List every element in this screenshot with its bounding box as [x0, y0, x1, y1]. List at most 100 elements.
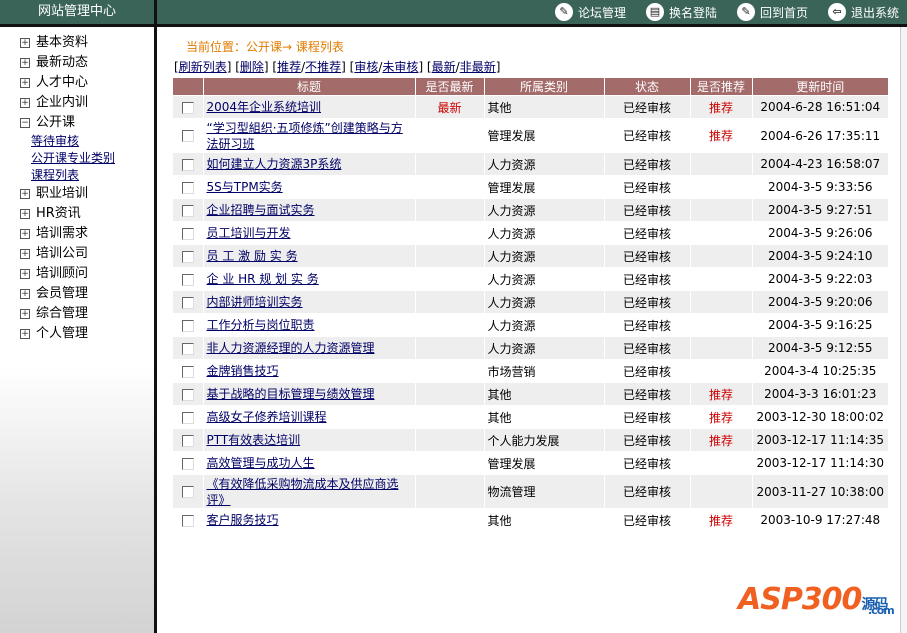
sidebar-item[interactable]: + 企业内训: [20, 93, 154, 113]
expand-icon[interactable]: +: [20, 229, 30, 239]
course-title-link[interactable]: 内部讲师培训实务: [207, 295, 303, 309]
select-cell: [173, 336, 204, 360]
expand-icon[interactable]: +: [20, 209, 30, 219]
course-title-link[interactable]: 工作分析与岗位职责: [207, 318, 315, 332]
sidebar-item[interactable]: + 培训顾问: [20, 264, 154, 284]
row-checkbox[interactable]: [181, 486, 194, 498]
recommended-cell: [690, 198, 753, 222]
sidebar-subitem[interactable]: 公开课专业类别: [20, 150, 154, 167]
course-title-link[interactable]: 金牌销售技巧: [207, 364, 279, 378]
row-checkbox[interactable]: [181, 273, 194, 286]
row-checkbox[interactable]: [181, 342, 194, 355]
sidebar-item[interactable]: + 最新动态: [20, 53, 154, 73]
row-checkbox[interactable]: [181, 434, 194, 447]
expand-icon[interactable]: +: [20, 189, 30, 199]
expand-icon[interactable]: +: [20, 58, 30, 68]
category-cell: 管理发展: [484, 118, 605, 153]
nav-0[interactable]: ✎ 论坛管理: [554, 3, 626, 21]
nav-3[interactable]: ⇦ 退出系统: [827, 3, 899, 21]
sidebar-item[interactable]: + 培训需求: [20, 224, 154, 244]
table-row: 基于战略的目标管理与绩效管理 其他 已经审核 推荐 2004-3-3 16:01…: [173, 382, 889, 406]
row-checkbox[interactable]: [181, 250, 194, 263]
title-cell: 基于战略的目标管理与绩效管理: [203, 382, 416, 406]
select-cell: [173, 118, 204, 153]
unapprove-link[interactable]: 未审核: [382, 60, 418, 74]
scrollbar[interactable]: [900, 27, 907, 633]
sidebar-item[interactable]: − 公开课: [20, 113, 154, 133]
course-title-link[interactable]: 员工培训与开发: [207, 226, 291, 240]
sidebar-item[interactable]: + 人才中心: [20, 73, 154, 93]
nav-2[interactable]: ✎ 回到首页: [736, 3, 808, 21]
refresh-list-link[interactable]: 刷新列表: [179, 60, 227, 74]
select-cell: [173, 451, 204, 475]
course-title-link[interactable]: 非人力资源经理的人力资源管理: [207, 341, 375, 355]
newest-cell: [415, 198, 485, 222]
row-checkbox[interactable]: [181, 101, 194, 114]
main-content: 当前位置：公开课→ 课程列表 [刷新列表] [删除] [推荐/不推荐] [审核/…: [160, 27, 900, 633]
sidebar-subitem[interactable]: 课程列表: [20, 167, 154, 184]
status-cell: 已经审核: [604, 405, 691, 429]
sidebar-item[interactable]: + 会员管理: [20, 284, 154, 304]
approve-link[interactable]: 审核: [354, 60, 378, 74]
expand-icon[interactable]: +: [20, 249, 30, 259]
row-checkbox[interactable]: [181, 181, 194, 194]
course-title-link[interactable]: 如何建立人力资源3P系统: [207, 157, 342, 171]
nav-1[interactable]: ▤ 换名登陆: [645, 3, 717, 21]
course-title-link[interactable]: PTT有效表达培训: [207, 433, 301, 447]
sidebar-item[interactable]: + 基本资料: [20, 33, 154, 53]
row-checkbox[interactable]: [181, 411, 194, 424]
sidebar-sublink[interactable]: 课程列表: [31, 167, 79, 184]
course-title-link[interactable]: “学习型組织·五项修炼”创建策略与方法研习班: [207, 121, 403, 151]
course-title-link[interactable]: 基于战略的目标管理与绩效管理: [207, 387, 375, 401]
not-newest-link[interactable]: 非最新: [460, 60, 496, 74]
course-title-link[interactable]: 2004年企业系统培训: [207, 100, 322, 114]
sidebar-item[interactable]: + 个人管理: [20, 324, 154, 344]
table-row: 企业招聘与面试实务 人力资源 已经审核 2004-3-5 9:27:51: [173, 198, 889, 222]
row-checkbox[interactable]: [181, 457, 194, 470]
recommended-cell: 推荐: [690, 118, 753, 153]
expand-icon[interactable]: +: [20, 289, 30, 299]
recommended-cell: [690, 359, 753, 383]
recommend-link[interactable]: 推荐: [277, 60, 301, 74]
expand-icon[interactable]: +: [20, 269, 30, 279]
sidebar-sublink[interactable]: 公开课专业类别: [31, 150, 115, 167]
course-title-link[interactable]: 员 工 激 励 实 务: [207, 249, 298, 263]
sidebar-subitem[interactable]: 等待审核: [20, 133, 154, 150]
sidebar-sublink[interactable]: 等待审核: [31, 133, 79, 150]
row-checkbox[interactable]: [181, 296, 194, 309]
expand-icon[interactable]: +: [20, 329, 30, 339]
expand-icon[interactable]: +: [20, 98, 30, 108]
collapse-icon[interactable]: −: [20, 118, 30, 128]
row-checkbox[interactable]: [181, 388, 194, 401]
sidebar-item[interactable]: + 综合管理: [20, 304, 154, 324]
course-title-link[interactable]: 企业招聘与面试实务: [207, 203, 315, 217]
expand-icon[interactable]: +: [20, 38, 30, 48]
table-row: 非人力资源经理的人力资源管理 人力资源 已经审核 2004-3-5 9:12:5…: [173, 336, 889, 360]
row-checkbox[interactable]: [181, 130, 194, 142]
category-cell: 人力资源: [484, 221, 605, 245]
updated-cell: 2003-11-27 10:38:00: [752, 474, 889, 509]
unrecommend-link[interactable]: 不推荐: [305, 60, 341, 74]
course-title-link[interactable]: 高级女子修养培训课程: [207, 410, 327, 424]
delete-link[interactable]: 删除: [240, 60, 264, 74]
sidebar-item[interactable]: + HR资讯: [20, 204, 154, 224]
row-checkbox[interactable]: [181, 204, 194, 217]
category-cell: 其他: [484, 382, 605, 406]
expand-icon[interactable]: +: [20, 309, 30, 319]
course-title-link[interactable]: 高效管理与成功人生: [207, 456, 315, 470]
row-checkbox[interactable]: [181, 158, 194, 171]
course-title-link[interactable]: 客户服务技巧: [207, 513, 279, 527]
newest-link[interactable]: 最新: [432, 60, 456, 74]
sidebar-item[interactable]: + 培训公司: [20, 244, 154, 264]
sidebar-item[interactable]: + 职业培训: [20, 184, 154, 204]
newest-cell: [415, 508, 485, 532]
course-title-link[interactable]: 5S与TPM实务: [207, 180, 283, 194]
course-title-link[interactable]: 《有效降低采购物流成本及供应商选评》: [207, 477, 399, 507]
course-title-link[interactable]: 企 业 HR 规 划 实 务: [207, 272, 319, 286]
row-checkbox[interactable]: [181, 319, 194, 332]
row-checkbox[interactable]: [181, 514, 194, 527]
status-cell: 已经审核: [604, 382, 691, 406]
row-checkbox[interactable]: [181, 227, 194, 240]
expand-icon[interactable]: +: [20, 78, 30, 88]
row-checkbox[interactable]: [181, 365, 194, 378]
